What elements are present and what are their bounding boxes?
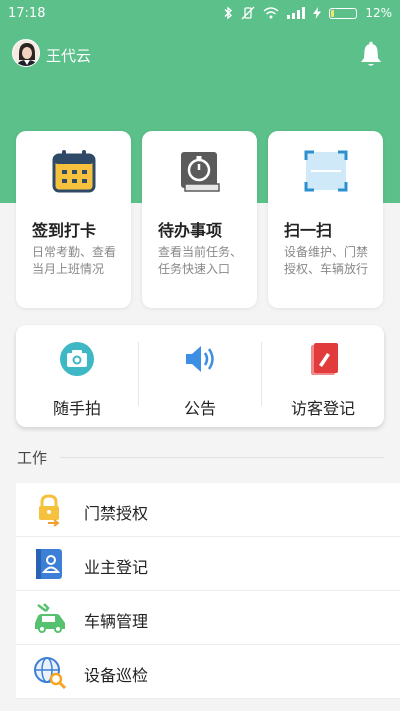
card-check-in[interactable]: 签到打卡 日常考勤、查看当月上班情况	[16, 131, 131, 308]
quick-action-announcement[interactable]: 公告	[139, 325, 261, 427]
scan-icon	[304, 150, 348, 192]
globe-search-icon	[34, 657, 67, 689]
avatar[interactable]	[12, 39, 40, 67]
charging-icon	[313, 7, 322, 19]
status-icons: 12%	[223, 6, 392, 20]
user-photo-icon	[13, 40, 39, 66]
calendar-icon	[52, 150, 96, 193]
card-description: 日常考勤、查看当月上班情况	[32, 245, 117, 276]
quick-actions: 随手拍 公告 访客登记	[16, 325, 384, 427]
list-item-equipment-inspection[interactable]: 设备巡检	[16, 645, 400, 699]
status-bar: 17:18 12%	[0, 0, 400, 28]
list-item-label: 业主登记	[84, 558, 149, 577]
car-wrench-icon	[35, 603, 65, 633]
card-todo[interactable]: 待办事项 查看当前任务、任务快速入口	[142, 131, 257, 308]
contact-book-icon	[36, 549, 62, 579]
list-item-vehicle-management[interactable]: 车辆管理	[16, 591, 400, 645]
feature-cards: 签到打卡 日常考勤、查看当月上班情况 待办事项 查看当前任务、任务快速入口 扫一…	[16, 131, 384, 309]
card-scan[interactable]: 扫一扫 设备维护、门禁授权、车辆放行	[268, 131, 383, 308]
card-description: 查看当前任务、任务快速入口	[158, 245, 243, 276]
list-item-access-control[interactable]: 门禁授权	[16, 483, 400, 537]
top-bar: 王代云	[0, 36, 400, 76]
list-item-label: 设备巡检	[84, 666, 149, 685]
quick-action-label: 公告	[183, 399, 216, 418]
quick-action-snapshot[interactable]: 随手拍	[16, 325, 138, 427]
card-title: 待办事项	[158, 221, 223, 240]
work-list: 门禁授权 业主登记 车辆管理 设备巡检	[16, 483, 400, 699]
notification-bell-icon[interactable]	[356, 40, 386, 70]
section-title-work: 工作	[17, 449, 48, 467]
quick-action-visitor[interactable]: 访客登记	[262, 325, 384, 427]
status-time: 17:18	[8, 6, 46, 21]
quick-action-label: 随手拍	[52, 399, 101, 418]
signal-icon	[287, 7, 306, 19]
list-item-owner-register[interactable]: 业主登记	[16, 537, 400, 591]
stopwatch-book-icon	[181, 152, 220, 192]
vibrate-off-icon	[241, 6, 255, 20]
battery-level-fill	[331, 9, 335, 17]
battery-percent: 12%	[365, 6, 392, 20]
username: 王代云	[46, 47, 92, 65]
bluetooth-icon	[224, 6, 233, 20]
section-divider	[60, 457, 384, 458]
card-description: 设备维护、门禁授权、车辆放行	[284, 245, 369, 276]
battery-icon	[329, 7, 358, 19]
quick-action-label: 访客登记	[290, 399, 355, 418]
card-title: 扫一扫	[284, 221, 333, 240]
list-item-label: 车辆管理	[84, 612, 149, 631]
list-item-label: 门禁授权	[84, 504, 149, 523]
wifi-icon	[263, 7, 279, 19]
camera-icon	[60, 342, 94, 376]
speaker-icon	[186, 346, 214, 372]
lock-icon	[39, 494, 60, 527]
card-title: 签到打卡	[32, 221, 97, 240]
visitor-register-icon	[311, 343, 338, 375]
